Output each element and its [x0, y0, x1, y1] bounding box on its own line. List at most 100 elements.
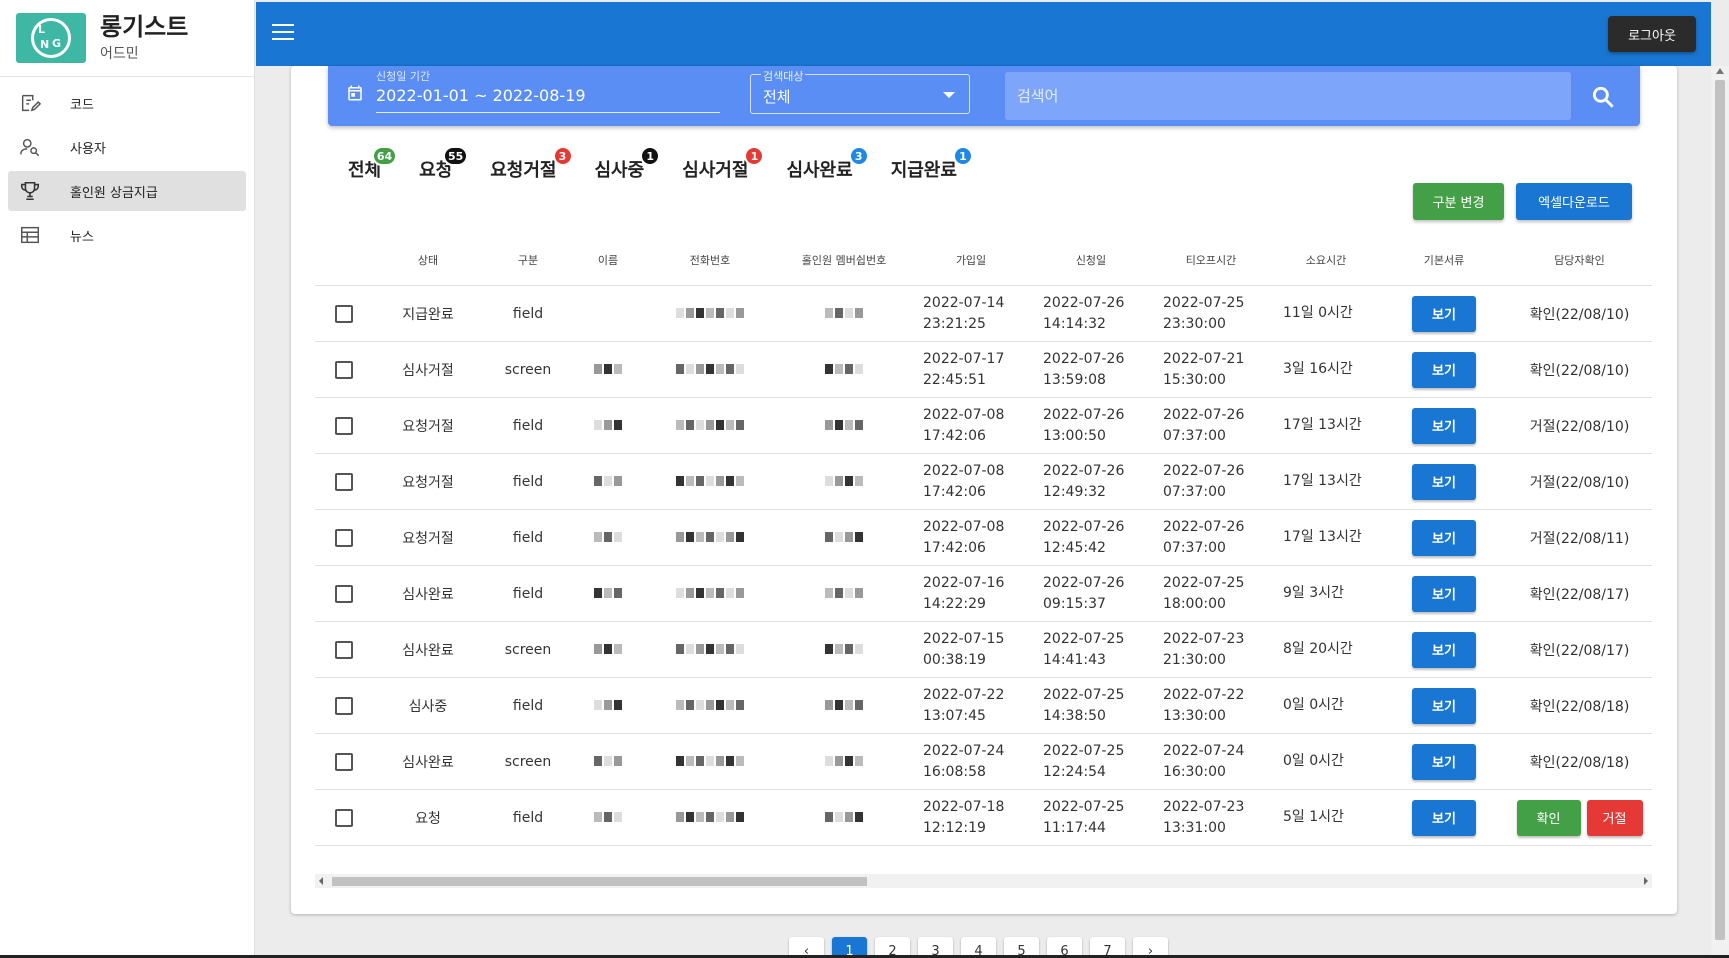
view-documents-button[interactable]: 보기: [1412, 463, 1476, 500]
date-range-field[interactable]: 신청일 기간 2022-01-01 ~ 2022-08-19: [346, 66, 720, 114]
view-documents-button[interactable]: 보기: [1412, 631, 1476, 668]
sidebar-item-code[interactable]: 코드: [8, 83, 246, 123]
column-header[interactable]: 가입일: [911, 252, 1031, 268]
scroll-up-arrow-icon[interactable]: [1716, 68, 1724, 74]
logout-button[interactable]: 로그아웃: [1608, 16, 1696, 52]
sidebar-item-news[interactable]: 뉴스: [8, 215, 246, 255]
tab-review-completed[interactable]: 심사완료 3: [786, 146, 869, 189]
column-header[interactable]: 상태: [373, 252, 483, 268]
view-documents-button[interactable]: 보기: [1412, 519, 1476, 556]
row-checkbox[interactable]: [335, 640, 353, 659]
sidebar-item-users[interactable]: 사용자: [8, 127, 246, 167]
table-row[interactable]: 지급완료 field 2022-07-14 23:21:25 2022-07-26 14:…: [315, 286, 1652, 342]
row-checkbox[interactable]: [335, 528, 353, 547]
phone-cell: [643, 362, 777, 378]
scrollbar-thumb[interactable]: [332, 877, 867, 886]
view-documents-button[interactable]: 보기: [1412, 743, 1476, 780]
teeoff-time-cell: 2022-07-24 16:30:00: [1151, 741, 1271, 783]
column-header[interactable]: 구분: [483, 252, 573, 268]
row-checkbox[interactable]: [335, 416, 353, 435]
column-header[interactable]: 티오프시간: [1151, 252, 1271, 268]
applied-date-cell: 2022-07-26 09:15:37: [1031, 573, 1151, 615]
redacted-value: [825, 530, 863, 544]
table-row[interactable]: 심사완료 field 2022-07-16 14:22:29 2022-07-26 09:…: [315, 566, 1652, 622]
table-row[interactable]: 요청거절 field 2022-07-08 17:42:06 2022-07-26 12:…: [315, 510, 1652, 566]
column-header[interactable]: 신청일: [1031, 252, 1151, 268]
applied-time: 14:14:32: [1043, 315, 1106, 332]
column-header[interactable]: 홀인원 멤버쉽번호: [777, 252, 911, 268]
excel-download-button[interactable]: 엑셀다운로드: [1516, 183, 1632, 220]
column-header[interactable]: 소요시간: [1271, 252, 1381, 268]
view-documents-button[interactable]: 보기: [1412, 687, 1476, 724]
type-cell: screen: [504, 361, 552, 378]
column-header[interactable]: 담당자확인: [1507, 252, 1652, 268]
table-row[interactable]: 심사완료 screen 2022-07-24 16:08:58 2022-07-25 12…: [315, 734, 1652, 790]
column-header[interactable]: 기본서류: [1381, 252, 1507, 268]
tab-request-rejected[interactable]: 요청거절 3: [490, 146, 573, 189]
tab-requested[interactable]: 요청 55: [419, 146, 469, 189]
view-documents-button[interactable]: 보기: [1412, 575, 1476, 612]
joined-date-cell: 2022-07-17 22:45:51: [911, 349, 1031, 391]
view-documents-button[interactable]: 보기: [1412, 799, 1476, 836]
membership-cell: [777, 474, 911, 490]
row-checkbox[interactable]: [335, 472, 353, 491]
documents-cell: 보기: [1381, 799, 1507, 836]
claims-table: 상태 구분 이름 전화번호 홀인원 멤버쉽번호 가입일 신청일 티오프시간 소요…: [315, 234, 1652, 846]
tab-all[interactable]: 전체 64: [348, 146, 398, 189]
view-documents-button[interactable]: 보기: [1412, 351, 1476, 388]
scroll-left-arrow-icon[interactable]: [319, 877, 323, 885]
teeoff-date: 2022-07-26: [1163, 518, 1245, 535]
redacted-value: [676, 530, 744, 544]
view-documents-button[interactable]: 보기: [1412, 295, 1476, 332]
row-checkbox[interactable]: [335, 584, 353, 603]
change-type-button[interactable]: 구분 변경: [1413, 183, 1504, 220]
column-header[interactable]: 이름: [573, 252, 643, 268]
row-checkbox[interactable]: [335, 808, 353, 827]
sidebar-item-label: 사용자: [70, 141, 106, 157]
tab-reviewing[interactable]: 심사중 1: [595, 146, 661, 189]
teeoff-time: 13:30:00: [1163, 707, 1226, 724]
scrollbar-thumb[interactable]: [1715, 80, 1725, 940]
view-documents-button[interactable]: 보기: [1412, 407, 1476, 444]
reject-button[interactable]: 거절: [1586, 799, 1643, 836]
horizontal-scrollbar[interactable]: [315, 874, 1652, 888]
row-checkbox-cell: [315, 416, 373, 435]
date-range-label: 신청일 기간: [376, 70, 431, 83]
sidebar: L G N 롱기스트 어드민 코드 사용자 홀인원 상금지급 뉴스: [0, 0, 255, 958]
row-checkbox-cell: [315, 752, 373, 771]
tab-paid[interactable]: 지급완료 1: [891, 146, 973, 189]
sidebar-item-label: 뉴스: [70, 229, 94, 245]
row-checkbox-cell: [315, 808, 373, 827]
redacted-value: [594, 586, 622, 600]
table-row[interactable]: 심사중 field 2022-07-22 13:07:45 2022-07-25 14:3…: [315, 678, 1652, 734]
vertical-scrollbar[interactable]: [1711, 66, 1729, 958]
confirm-button[interactable]: 확인: [1516, 799, 1581, 836]
scroll-right-arrow-icon[interactable]: [1644, 877, 1648, 885]
redacted-value: [825, 586, 863, 600]
table-row[interactable]: 심사완료 screen 2022-07-15 00:38:19 2022-07-25 14…: [315, 622, 1652, 678]
joined-date: 2022-07-08: [923, 462, 1005, 479]
applied-date-cell: 2022-07-26 13:00:50: [1031, 405, 1151, 447]
redacted-value: [594, 530, 622, 544]
row-checkbox[interactable]: [335, 752, 353, 771]
joined-time: 13:07:45: [923, 707, 986, 724]
golf-ball-logo-icon: L G N: [31, 18, 71, 58]
sidebar-item-holeinone-prize[interactable]: 홀인원 상금지급: [8, 171, 246, 211]
row-checkbox[interactable]: [335, 304, 353, 323]
redacted-value: [825, 642, 863, 656]
search-input[interactable]: [1005, 72, 1571, 120]
teeoff-time: 07:37:00: [1163, 539, 1226, 556]
hamburger-menu-icon[interactable]: [272, 24, 294, 44]
status-cell: 지급완료: [402, 306, 454, 323]
tab-review-rejected[interactable]: 심사거절 1: [682, 146, 765, 189]
table-row[interactable]: 요청거절 field 2022-07-08 17:42:06 2022-07-26 13:…: [315, 398, 1652, 454]
table-row[interactable]: 요청 field 2022-07-18 12:12:19 2022-07-25 11:17…: [315, 790, 1652, 846]
table-row[interactable]: 심사거절 screen 2022-07-17 22:45:51 2022-07-26 13…: [315, 342, 1652, 398]
table-row[interactable]: 요청거절 field 2022-07-08 17:42:06 2022-07-26 12:…: [315, 454, 1652, 510]
column-header[interactable]: 전화번호: [643, 252, 777, 268]
applied-date: 2022-07-25: [1043, 742, 1125, 759]
search-target-select[interactable]: 검색대상 전체: [750, 68, 970, 114]
row-checkbox[interactable]: [335, 360, 353, 379]
search-icon[interactable]: [1590, 84, 1616, 110]
row-checkbox[interactable]: [335, 696, 353, 715]
